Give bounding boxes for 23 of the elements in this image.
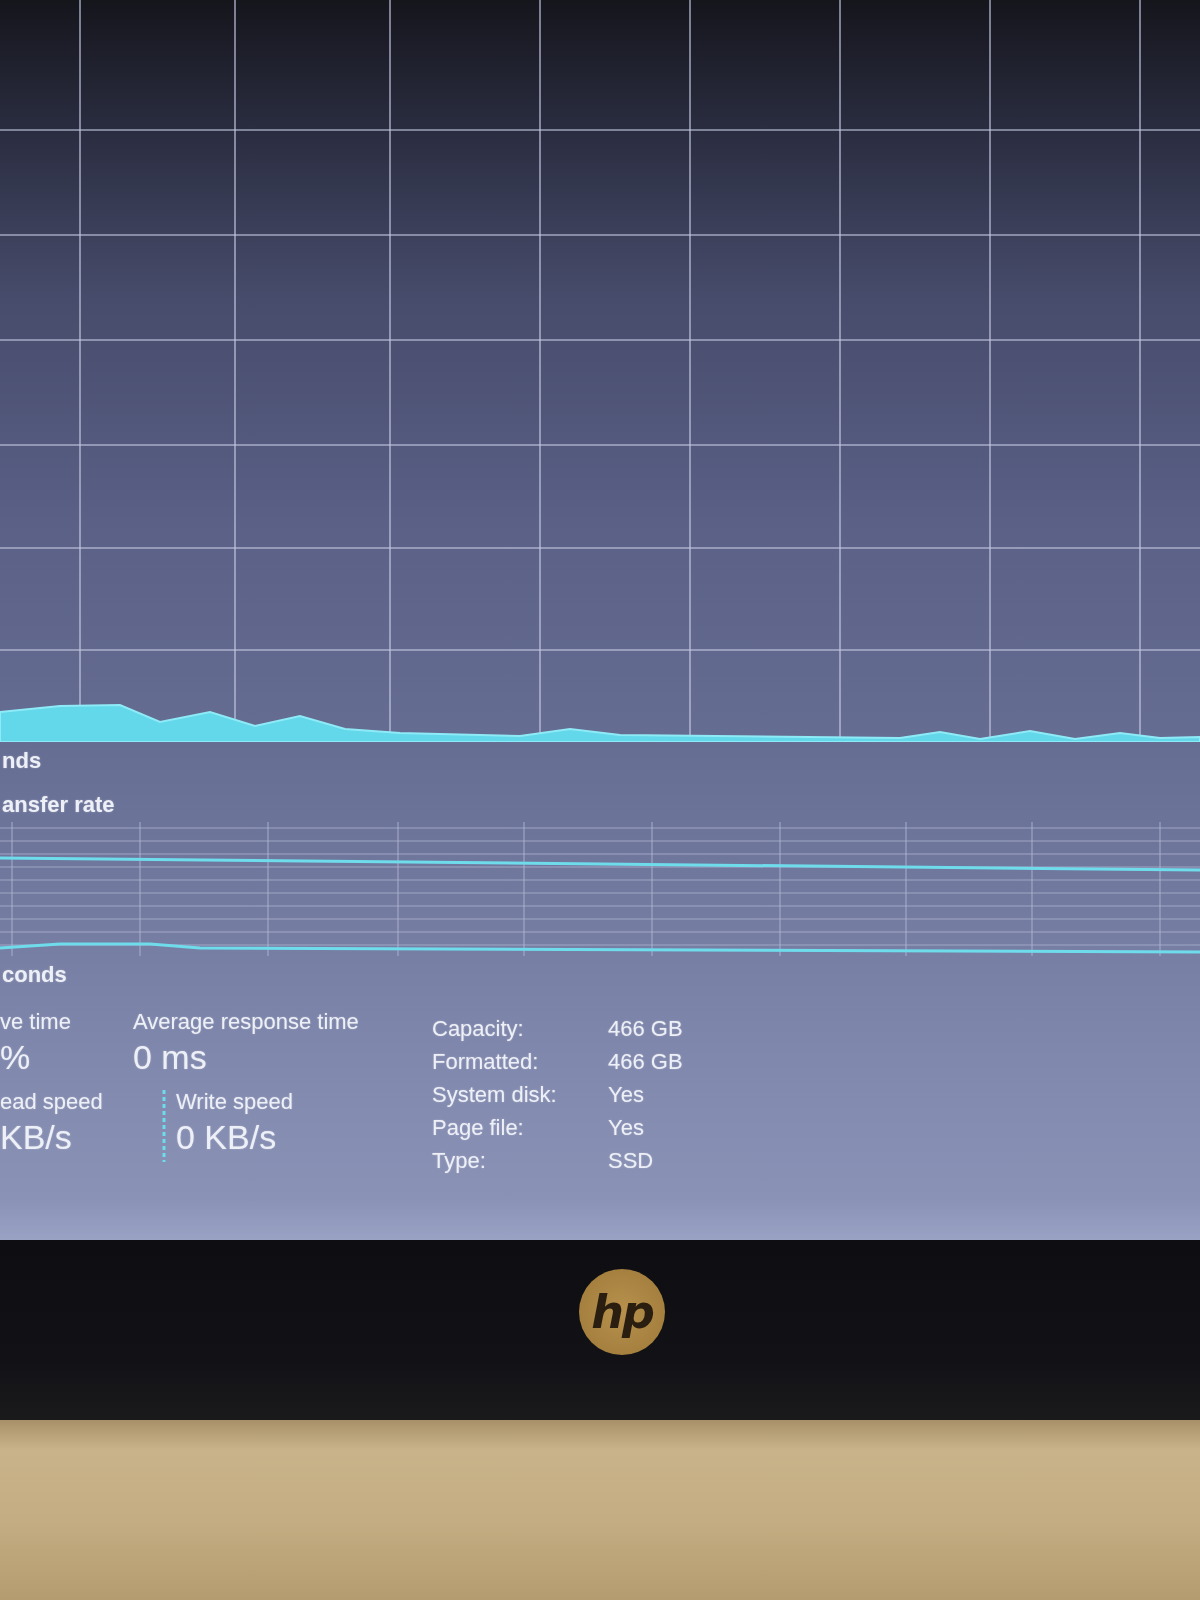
stat-value: 0 ms bbox=[133, 1037, 207, 1078]
property-value: Yes bbox=[608, 1081, 644, 1109]
stat-label: ead speed bbox=[0, 1088, 103, 1116]
graph-title: ansfer rate bbox=[1, 792, 115, 818]
time-span-label: conds bbox=[1, 962, 67, 988]
property-label: Page file: bbox=[432, 1114, 524, 1142]
dashed-line-icon bbox=[162, 1090, 166, 1162]
property-value: SSD bbox=[608, 1147, 654, 1175]
stat-label: Write speed bbox=[176, 1088, 293, 1116]
stat-value: 0 KB/s bbox=[176, 1117, 277, 1158]
property-label: Type: bbox=[432, 1147, 486, 1175]
property-label: System disk: bbox=[432, 1081, 557, 1109]
property-label: Formatted: bbox=[432, 1048, 539, 1076]
brand-logo: hp bbox=[579, 1269, 665, 1355]
stat-label: ve time bbox=[0, 1008, 71, 1036]
time-span-label: nds bbox=[1, 748, 42, 774]
stat-value: KB/s bbox=[0, 1117, 72, 1158]
property-value: 466 GB bbox=[608, 1015, 683, 1043]
property-value: Yes bbox=[608, 1114, 644, 1142]
property-label: Capacity: bbox=[432, 1015, 524, 1043]
stat-label: Average response time bbox=[133, 1008, 359, 1036]
stat-value: % bbox=[0, 1037, 31, 1078]
property-value: 466 GB bbox=[608, 1048, 683, 1076]
